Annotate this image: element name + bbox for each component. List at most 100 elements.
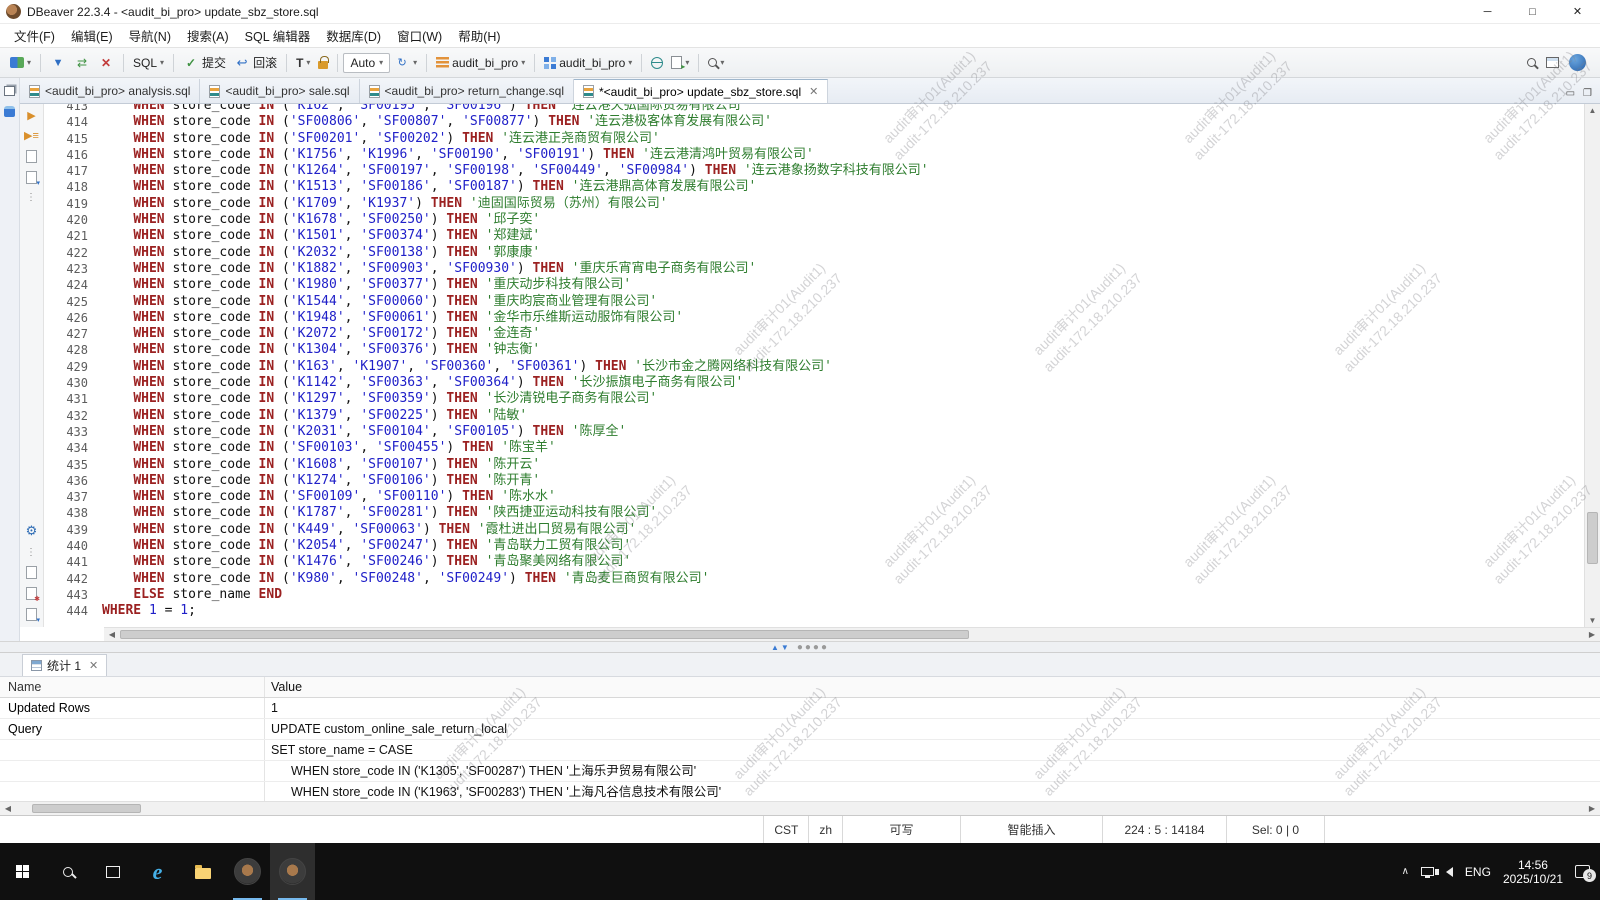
table-row[interactable]: Query UPDATE custom_online_sale_return_l…	[0, 719, 1600, 740]
menu-edit[interactable]: 编辑(E)	[63, 26, 121, 45]
commit-mode-select[interactable]: Auto▾	[343, 53, 390, 73]
sql-menu-button[interactable]: SQL▾	[129, 54, 168, 72]
internet-explorer-button[interactable]: e	[135, 843, 180, 900]
line-number: 437	[44, 489, 102, 505]
status-insert-mode: 智能插入	[960, 816, 1102, 843]
tab-close-icon[interactable]: ✕	[809, 85, 818, 98]
table-row[interactable]: Updated Rows 1	[0, 698, 1600, 719]
editor-tabbar: <audit_bi_pro> analysis.sql <audit_bi_pr…	[20, 78, 1600, 104]
tab-update-sbz-store-sql[interactable]: *<audit_bi_pro> update_sbz_store.sql✕	[574, 79, 828, 103]
menu-help[interactable]: 帮助(H)	[450, 26, 508, 45]
new-connection-button[interactable]: ▾	[6, 55, 35, 70]
sql-file-icon	[369, 85, 380, 98]
sql-file-icon	[583, 85, 594, 98]
commit-button[interactable]: ✓提交	[179, 52, 230, 73]
delete-script-button[interactable]: ✕	[94, 53, 118, 73]
task-view-button[interactable]	[90, 843, 135, 900]
editor-vertical-scrollbar[interactable]: ▲ ▼	[1584, 104, 1600, 627]
code-line: 426 WHEN store_code IN ('K1948', 'SF0006…	[44, 310, 1584, 326]
scroll-up-icon[interactable]: ▲	[1585, 106, 1600, 115]
execute-script-icon[interactable]: ▶≡	[24, 130, 39, 142]
tab-sale-sql[interactable]: <audit_bi_pro> sale.sql	[200, 79, 359, 103]
table-row[interactable]: WHEN store_code IN ('K1305', 'SF00287') …	[0, 761, 1600, 782]
network-icon[interactable]	[1421, 867, 1434, 876]
rollback-button[interactable]: ↩回滚	[230, 52, 281, 73]
perspective-icon[interactable]	[1546, 57, 1559, 68]
quick-search-icon[interactable]	[1527, 58, 1536, 67]
volume-icon[interactable]	[1446, 867, 1453, 877]
cell-name: Updated Rows	[0, 698, 265, 718]
rail-overflow-icon[interactable]: ⋮	[26, 547, 37, 558]
tab-close-icon[interactable]: ✕	[89, 659, 98, 672]
menu-database[interactable]: 数据库(D)	[318, 26, 389, 45]
execute-statement-icon[interactable]: ▶	[27, 110, 35, 122]
tab-analysis-sql[interactable]: <audit_bi_pro> analysis.sql	[20, 79, 200, 103]
menu-search[interactable]: 搜索(A)	[179, 26, 237, 45]
script-output-icon[interactable]	[26, 608, 37, 621]
open-script-button[interactable]: ▼	[46, 53, 70, 73]
file-explorer-button[interactable]	[180, 843, 225, 900]
scroll-left-icon[interactable]: ◀	[104, 630, 120, 639]
new-sql-icon[interactable]	[26, 566, 37, 579]
tray-expand-icon[interactable]: ∧	[1402, 866, 1409, 877]
sync-script-button[interactable]: ⇄	[70, 53, 94, 73]
query-log-icon[interactable]	[26, 171, 37, 184]
scrollbar-thumb[interactable]	[1587, 512, 1598, 564]
database-navigator-icon[interactable]	[4, 106, 15, 117]
menu-window[interactable]: 窗口(W)	[389, 26, 450, 45]
restore-panel-icon[interactable]	[4, 86, 15, 96]
close-button[interactable]: ✕	[1555, 0, 1600, 23]
tab-statistics[interactable]: 统计 1 ✕	[22, 654, 107, 676]
tab-return-change-sql[interactable]: <audit_bi_pro> return_change.sql	[360, 79, 574, 103]
code-line: 438 WHEN store_code IN ('K1787', 'SF0028…	[44, 505, 1584, 521]
code-line: 441 WHEN store_code IN ('K1476', 'SF0024…	[44, 554, 1584, 570]
splitter-arrows-icon[interactable]: ▲▼	[771, 643, 791, 652]
column-header-value[interactable]: Value	[265, 677, 1600, 697]
dbeaver-taskbar-button-active[interactable]	[270, 843, 315, 900]
minimize-button[interactable]: ─	[1465, 0, 1510, 23]
maximize-panel-icon[interactable]: ❐	[1583, 88, 1592, 99]
panel-horizontal-scrollbar[interactable]: ◀ ▶	[0, 801, 1600, 815]
schema-select[interactable]: audit_bi_pro▾	[540, 54, 636, 72]
dbeaver-taskbar-button[interactable]	[225, 843, 270, 900]
scroll-down-icon[interactable]: ▼	[1585, 616, 1600, 625]
search-button[interactable]: ▾	[704, 56, 728, 69]
transaction-lock-button[interactable]	[314, 54, 332, 71]
code-lines[interactable]: 413 WHEN store_code IN ('K162', 'SF00195…	[44, 104, 1584, 627]
maximize-button[interactable]: □	[1510, 0, 1555, 23]
scroll-right-icon[interactable]: ▶	[1584, 804, 1600, 813]
table-row[interactable]: WHEN store_code IN ('K1963', 'SF00283') …	[0, 782, 1600, 801]
start-button[interactable]	[0, 843, 45, 900]
settings-gear-icon[interactable]: ⚙	[26, 523, 38, 539]
panel-splitter[interactable]: ▲▼ ●●●●	[0, 641, 1600, 653]
input-language-indicator[interactable]: ENG	[1465, 865, 1491, 879]
user-avatar-icon[interactable]	[1569, 54, 1586, 71]
menu-file[interactable]: 文件(F)	[6, 26, 63, 45]
editor-horizontal-scrollbar[interactable]: ◀ ▶	[104, 627, 1600, 641]
export-button[interactable]: ▾	[667, 54, 693, 71]
cell-name	[0, 740, 265, 760]
transaction-mode-button[interactable]: T▾	[292, 54, 314, 72]
scroll-left-icon[interactable]: ◀	[0, 804, 16, 813]
database-select[interactable]: audit_bi_pro▾	[432, 54, 529, 72]
column-header-name[interactable]: Name	[0, 677, 265, 697]
unsaved-script-icon[interactable]	[26, 587, 37, 600]
table-row[interactable]: SET store_name = CASE	[0, 740, 1600, 761]
chevron-down-icon: ▾	[521, 58, 525, 67]
scrollbar-thumb[interactable]	[120, 630, 969, 639]
refresh-button[interactable]: ↻▾	[390, 53, 421, 73]
notification-badge: 9	[1583, 869, 1596, 882]
clock[interactable]: 14:56 2025/10/21	[1503, 858, 1563, 886]
explain-plan-icon[interactable]	[26, 150, 37, 163]
menu-navigate[interactable]: 导航(N)	[121, 26, 179, 45]
minimize-panel-icon[interactable]: ▭	[1566, 88, 1575, 99]
status-selection: Sel: 0 | 0	[1226, 816, 1324, 843]
scrollbar-thumb[interactable]	[32, 804, 142, 813]
rail-overflow-icon[interactable]: ⋮	[26, 192, 37, 203]
action-center-icon[interactable]: 9	[1575, 865, 1590, 878]
globe-button[interactable]	[647, 55, 667, 71]
menu-sql-editor[interactable]: SQL 编辑器	[237, 26, 319, 45]
taskbar-search-button[interactable]	[45, 843, 90, 900]
scroll-right-icon[interactable]: ▶	[1584, 630, 1600, 639]
status-cursor-position[interactable]: 224 : 5 : 14184	[1102, 816, 1226, 843]
